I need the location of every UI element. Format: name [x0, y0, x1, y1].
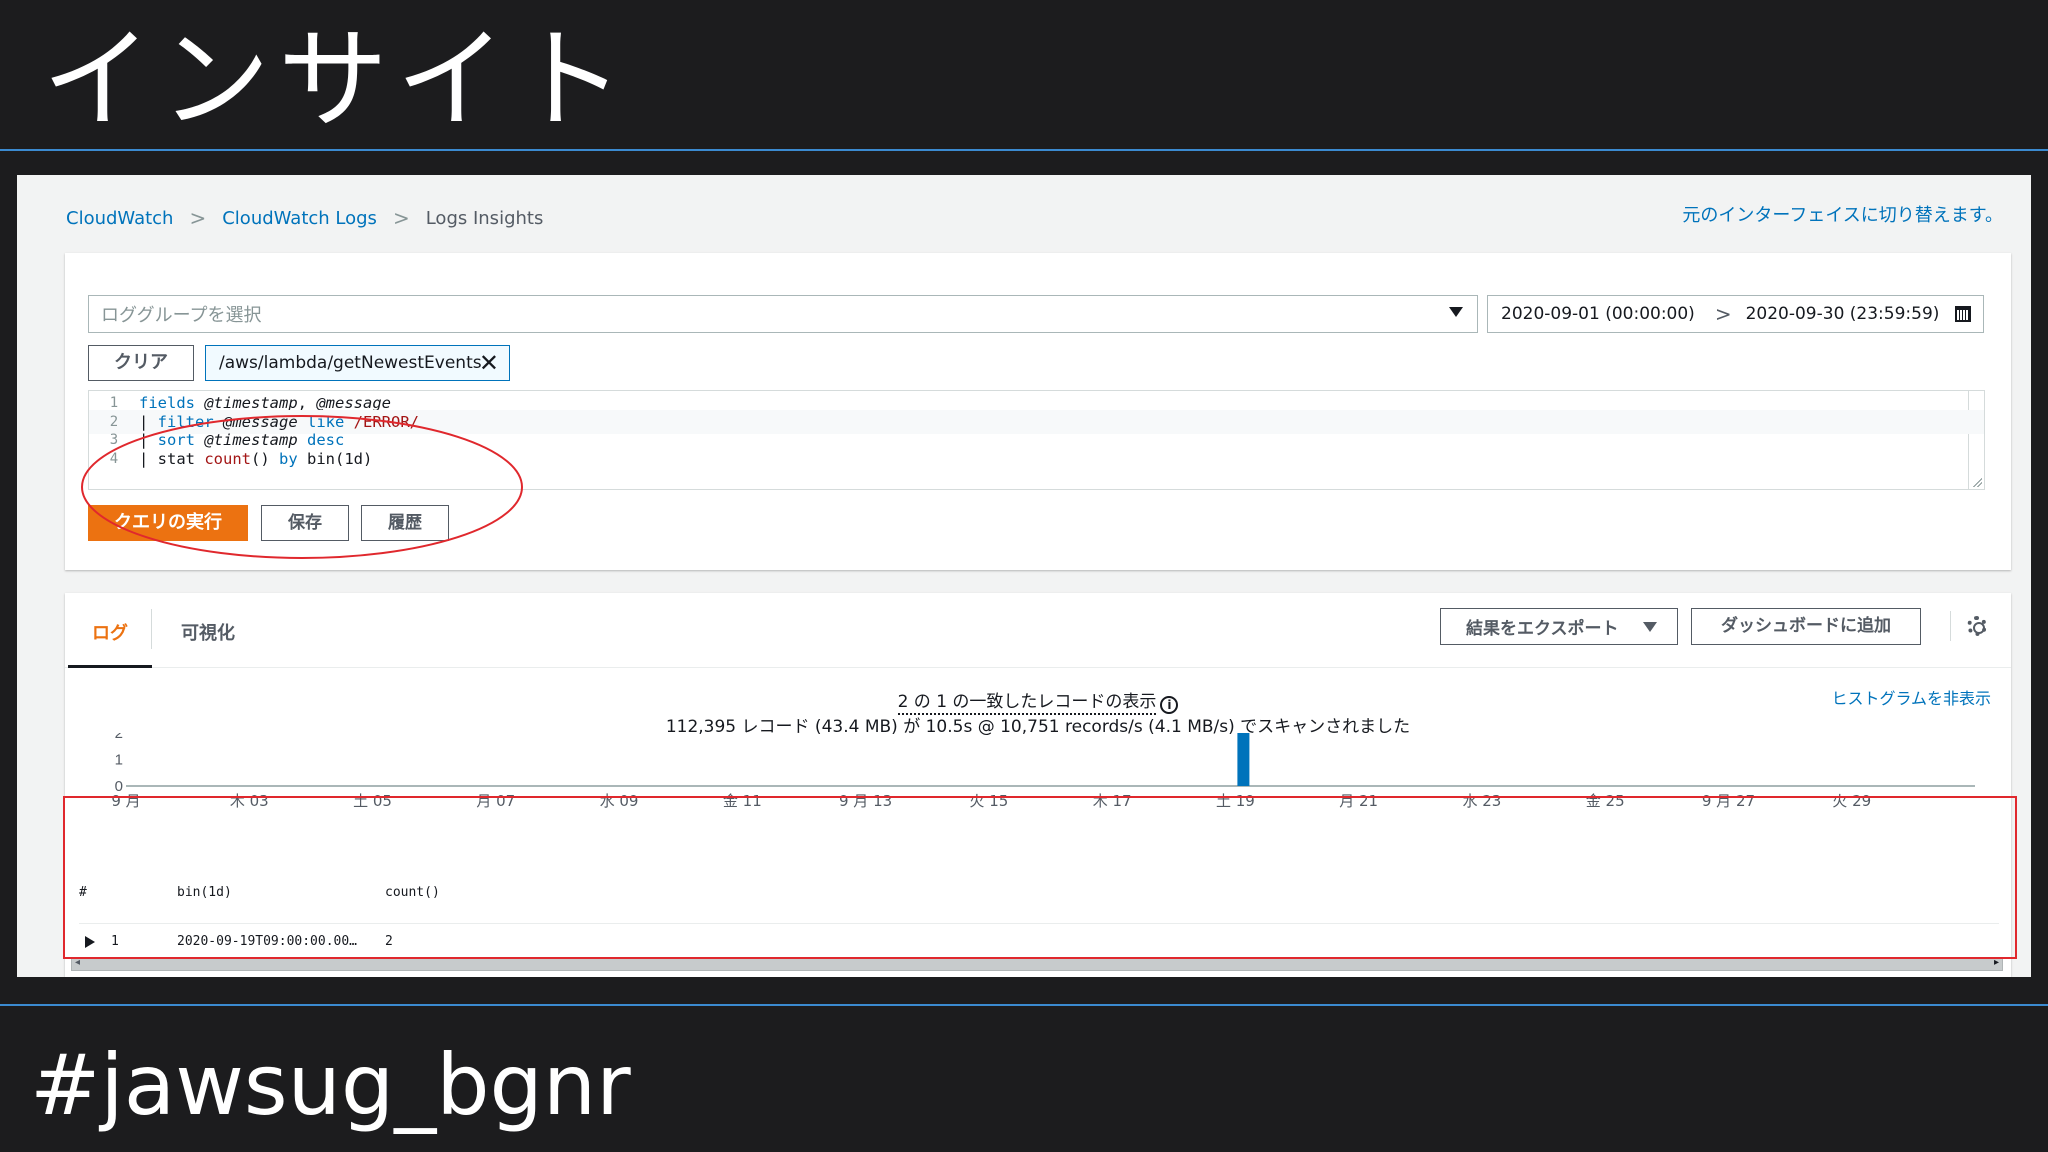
log-group-select[interactable]: ロググループを選択: [88, 295, 1478, 333]
breadcrumb: CloudWatch > CloudWatch Logs > Logs Insi…: [66, 206, 543, 230]
add-to-dashboard-button[interactable]: ダッシュボードに追加: [1691, 608, 1921, 645]
chevron-right-icon: >: [1714, 302, 1732, 326]
records-shown-text: 2 の 1 の一致したレコードの表示: [897, 687, 1157, 715]
records-summary: 2 の 1 の一致したレコードの表示 i: [65, 687, 2011, 715]
breadcrumb-cloudwatch-logs[interactable]: CloudWatch Logs: [222, 208, 377, 229]
ellipse-annotation: [81, 415, 523, 559]
histogram-bar[interactable]: [1237, 733, 1250, 786]
breadcrumb-separator: >: [392, 206, 410, 230]
gear-icon: [1967, 616, 1987, 636]
log-group-placeholder: ロググループを選択: [101, 305, 262, 326]
caret-down-icon: [1449, 307, 1463, 317]
switch-interface-link[interactable]: 元のインターフェイスに切り替えます。: [1682, 201, 2003, 227]
breadcrumb-cloudwatch[interactable]: CloudWatch: [66, 208, 173, 229]
tab-visualization[interactable]: 可視化: [181, 619, 235, 645]
y-tick-label: 2: [115, 733, 123, 742]
hide-histogram-link[interactable]: ヒストグラムを非表示: [1831, 685, 1991, 709]
settings-button[interactable]: [1950, 611, 1987, 641]
bottom-divider: [0, 1004, 2048, 1006]
caret-down-icon: [1643, 622, 1657, 632]
export-results-button[interactable]: 結果をエクスポート: [1440, 608, 1678, 645]
top-divider: [0, 149, 2048, 151]
clear-button[interactable]: クリア: [88, 345, 194, 381]
date-start: 2020-09-01 (00:00:00): [1501, 304, 1695, 324]
horizontal-scrollbar[interactable]: ◂ ▸: [71, 957, 2003, 971]
close-icon[interactable]: ✕: [479, 349, 499, 377]
y-tick-label: 1: [115, 752, 123, 769]
active-tab-indicator: [68, 665, 152, 668]
calendar-icon[interactable]: [1955, 306, 1971, 322]
selected-log-group: /aws/lambda/getNewestEvents: [219, 353, 482, 373]
resize-handle-icon[interactable]: [1972, 477, 1982, 487]
date-end: 2020-09-30 (23:59:59): [1745, 304, 1940, 324]
breadcrumb-current: Logs Insights: [425, 207, 544, 229]
breadcrumb-separator: >: [189, 206, 207, 230]
rectangle-annotation: [63, 796, 2017, 959]
selected-log-group-token: /aws/lambda/getNewestEvents ✕: [205, 345, 510, 381]
results-tabs: ログ 可視化 結果をエクスポート ダッシュボードに追加: [65, 593, 2011, 668]
date-range-picker[interactable]: 2020-09-01 (00:00:00) > 2020-09-30 (23:5…: [1487, 295, 1984, 333]
export-results-label: 結果をエクスポート: [1466, 619, 1619, 639]
slide-title: インサイト: [42, 16, 632, 144]
tab-divider: [151, 609, 152, 649]
slide-hashtag: #jawsug_bgnr: [30, 1036, 631, 1134]
tab-logs[interactable]: ログ: [92, 619, 128, 645]
